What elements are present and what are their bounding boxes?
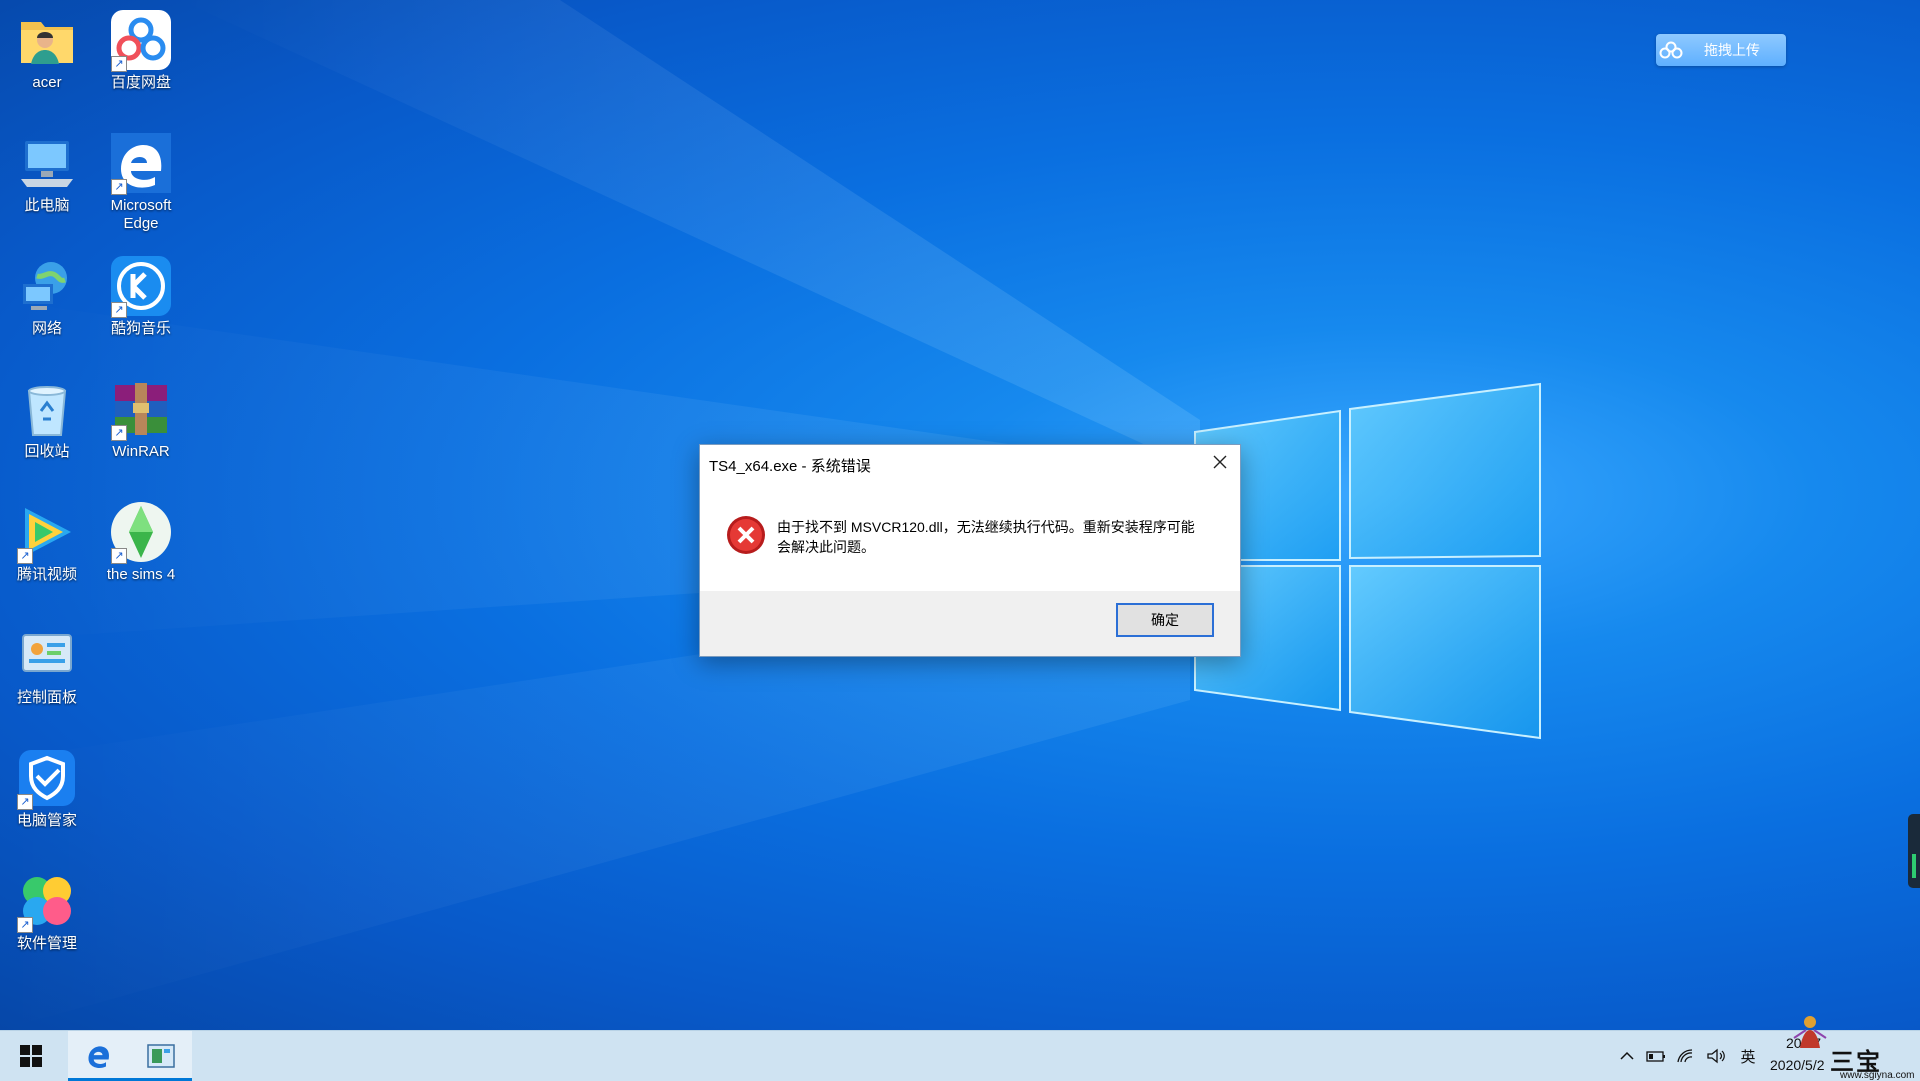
error-message-line: 由于找不到 MSVCR120.dll，无法继续执行代码。重新安装程序可能 [777,519,1195,535]
desktop-icon-label: 此电脑 [24,197,70,214]
desktop-icon-network[interactable]: 网络 [0,248,95,366]
desktop-icon-microsoft-edge[interactable]: ↗ Microsoft Edge [93,125,189,243]
desktop-icon-label: WinRAR [112,443,170,460]
control-panel-icon [147,1044,175,1068]
desktop-icon-label: 网络 [31,320,62,337]
desktop-icon-recycle-bin[interactable]: 回收站 [0,371,95,489]
close-button[interactable] [1206,449,1234,475]
ok-button[interactable]: 确定 [1116,603,1214,637]
desktop-icon-tencent-video[interactable]: ↗ 腾讯视频 [0,494,95,612]
desktop-icon-label: 电脑管家 [16,812,77,829]
software-manager-icon: ↗ [15,869,79,933]
error-x-icon [726,515,766,555]
sims4-icon: ↗ [109,500,173,564]
system-error-dialog: TS4_x64.exe - 系统错误 由于找不到 MSVCR120.dll，无法… [699,444,1241,657]
wifi-icon [1677,1049,1693,1063]
kugou-music-icon: ↗ [109,254,173,318]
recycle-bin-icon [15,377,79,441]
error-message: 由于找不到 MSVCR120.dll，无法继续执行代码。重新安装程序可能 会解决… [777,517,1217,557]
pc-manager-icon: ↗ [15,746,79,810]
shortcut-arrow-icon: ↗ [17,548,33,564]
desktop-icon-label: 软件管理 [16,935,77,952]
desktop-icon-label: 百度网盘 [110,74,171,91]
shortcut-arrow-icon: ↗ [17,794,33,810]
volume-icon [1707,1048,1725,1064]
battery-icon [1646,1051,1665,1062]
desktop-icon-label: acer [32,74,62,91]
edge-icon: ↗ [109,131,173,195]
watermark-figure-icon [1793,1016,1827,1048]
tray-wifi[interactable] [1674,1031,1698,1081]
tray-overflow-chevron[interactable] [1616,1031,1638,1081]
watermark-url: www.sgiyna.com [1840,1070,1915,1081]
user-folder-icon [15,8,79,72]
desktop-icon-label: the sims 4 [106,566,176,583]
desktop-icon-winrar[interactable]: ↗ WinRAR [93,371,189,489]
drag-upload-button[interactable]: 拖拽上传 [1656,34,1786,66]
shortcut-arrow-icon: ↗ [111,179,127,195]
error-message-line: 会解决此问题。 [777,539,875,555]
taskbar: 英 20:57 2020/5/2 [0,1030,1920,1081]
windows-start-icon [20,1045,42,1067]
baidu-netdisk-icon: ↗ [109,8,173,72]
desktop-icon-control-panel[interactable]: 控制面板 [0,617,95,735]
taskbar-edge-button[interactable] [68,1031,130,1081]
drag-upload-label: 拖拽上传 [1704,42,1760,58]
side-widget[interactable] [1908,814,1920,888]
close-icon [1213,455,1227,469]
desktop-icon-acer[interactable]: acer [0,2,95,120]
chevron-up-icon [1620,1051,1634,1060]
start-button[interactable] [0,1031,62,1081]
dialog-title: TS4_x64.exe - 系统错误 [709,458,871,475]
desktop-icon-label: Microsoft Edge [110,197,172,232]
desktop-icon-baidu-netdisk[interactable]: ↗ 百度网盘 [93,2,189,120]
edge-icon [88,1046,110,1068]
this-pc-icon [15,131,79,195]
tencent-video-icon: ↗ [15,500,79,564]
baidu-cloud-icon [1656,34,1686,66]
desktop-icon-software-manager[interactable]: ↗ 软件管理 [0,863,95,981]
desktop-icon-kugou-music[interactable]: ↗ 酷狗音乐 [93,248,189,366]
shortcut-arrow-icon: ↗ [111,425,127,441]
shortcut-arrow-icon: ↗ [111,548,127,564]
shortcut-arrow-icon: ↗ [111,56,127,72]
desktop-icon-label: 控制面板 [16,689,77,706]
desktop-icon-this-pc[interactable]: 此电脑 [0,125,95,243]
ime-indicator[interactable]: 英 [1734,1031,1762,1081]
desktop-icon-label: 酷狗音乐 [110,320,171,337]
tray-battery[interactable] [1644,1031,1668,1081]
desktop-icon-the-sims-4[interactable]: ↗ the sims 4 [93,494,189,612]
desktop: acer 此电脑 网络 回收站 ↗ 腾讯视频 控制面板 ↗ 电脑管家 ↗ 软件管… [0,0,1920,1030]
desktop-icon-pc-manager[interactable]: ↗ 电脑管家 [0,740,95,858]
network-icon [15,254,79,318]
site-watermark-logo: 三宝 www.sgiyna.com [1790,1008,1920,1081]
desktop-icon-label: 腾讯视频 [16,566,77,583]
shortcut-arrow-icon: ↗ [111,302,127,318]
taskbar-control-panel-button[interactable] [130,1031,192,1081]
winrar-icon: ↗ [109,377,173,441]
shortcut-arrow-icon: ↗ [17,917,33,933]
tray-volume[interactable] [1704,1031,1728,1081]
desktop-icon-label: 回收站 [24,443,70,460]
control-panel-icon [15,623,79,687]
